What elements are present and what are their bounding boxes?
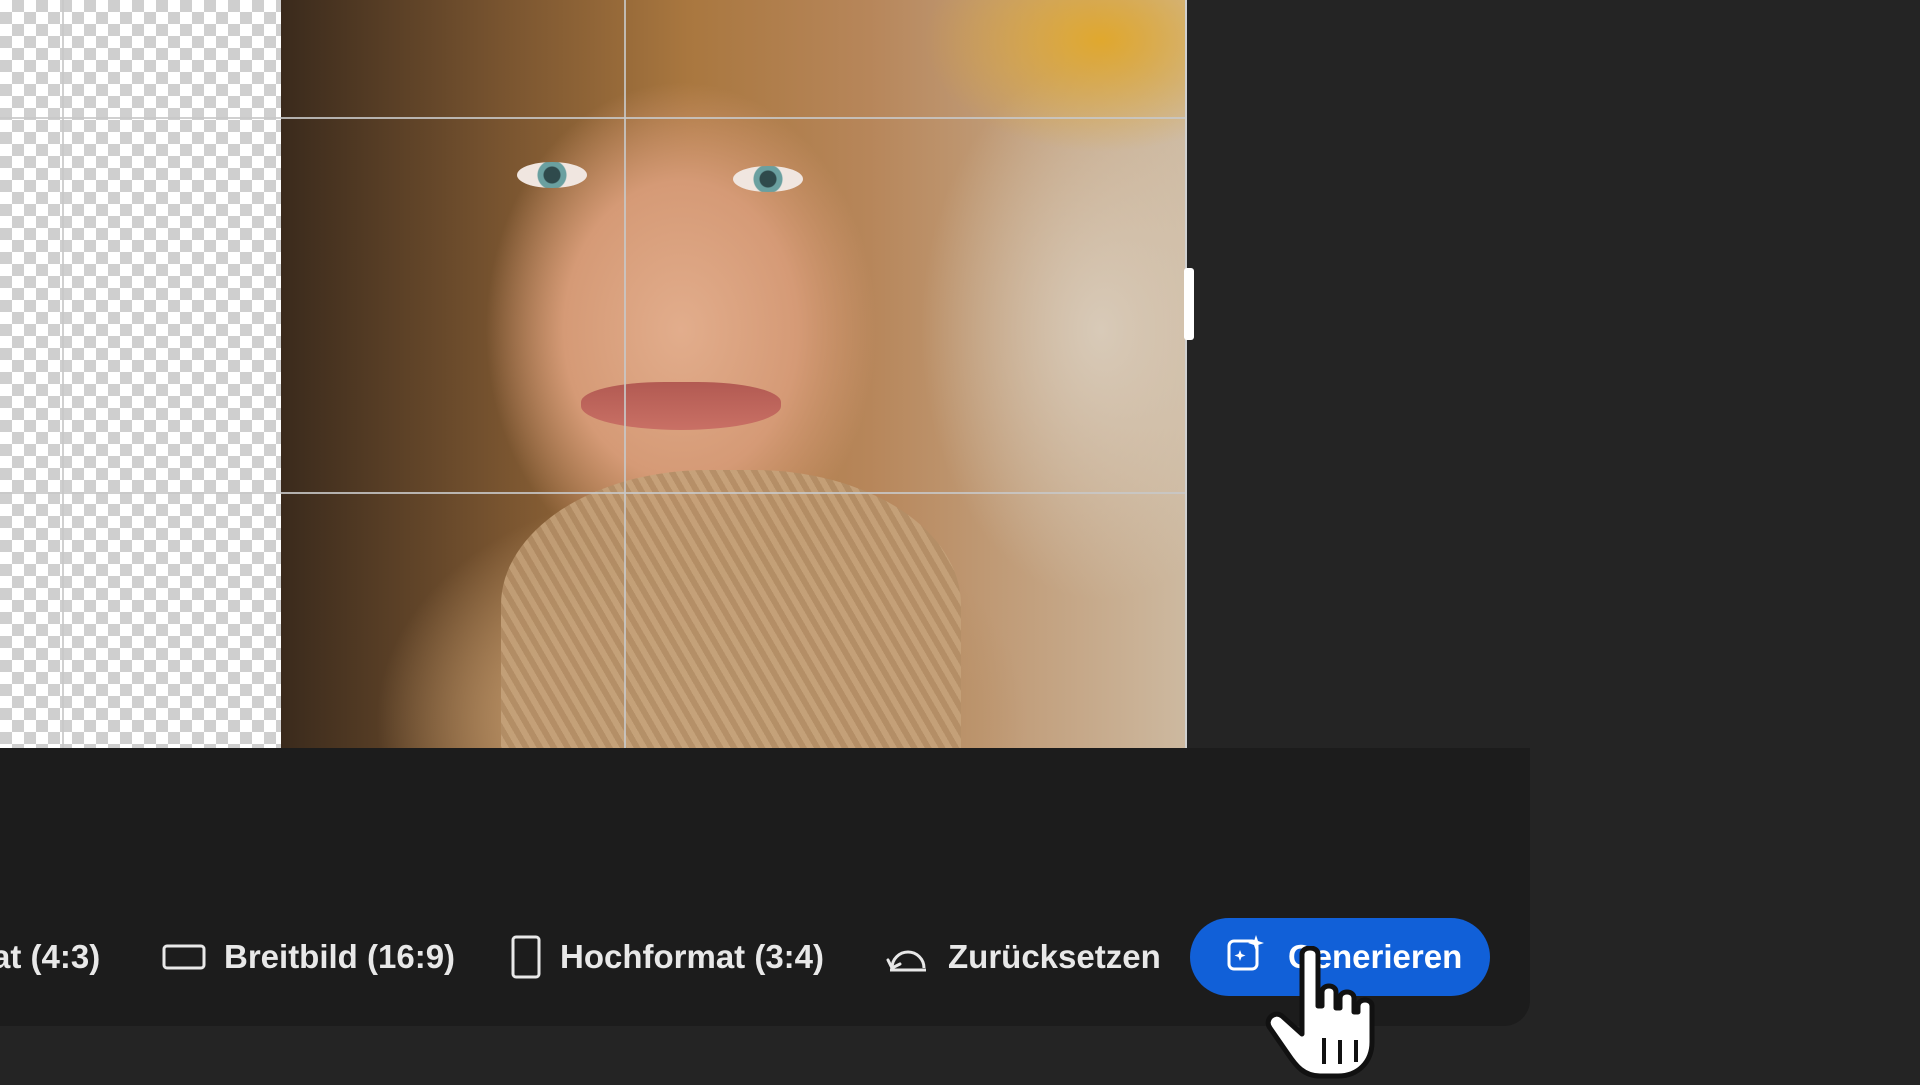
transparent-expand-area [0, 0, 281, 748]
aspect-widescreen-button[interactable]: Breitbild (16:9) [162, 918, 455, 996]
crop-handle-right[interactable] [1184, 268, 1194, 340]
crop-grid-horizontal-2 [0, 492, 1186, 494]
reset-label: Zurücksetzen [948, 938, 1161, 975]
scarf [501, 470, 961, 748]
aspect-portrait-label: Hochformat (3:4) [560, 938, 825, 975]
hand-pointer-icon [1262, 945, 1382, 1085]
crop-grid-vertical-1 [62, 0, 64, 748]
widescreen-icon [162, 943, 206, 971]
left-eye [517, 162, 587, 188]
crop-frame-edge [1185, 0, 1187, 748]
undo-icon [886, 940, 930, 974]
crop-grid-horizontal-1 [0, 117, 1186, 119]
lips [581, 382, 781, 430]
reset-button[interactable]: Zurücksetzen [886, 918, 1161, 996]
aspect-landscape-label: at (4:3) [0, 938, 101, 975]
portrait-photo [281, 0, 1186, 748]
crop-grid-vertical-2 [624, 0, 626, 748]
portrait-icon [510, 935, 542, 979]
aspect-widescreen-label: Breitbild (16:9) [224, 938, 456, 975]
canvas-workspace: at (4:3) Breitbild (16:9) Hochformat (3:… [0, 0, 1920, 1080]
aspect-landscape-button[interactable]: at (4:3) [0, 918, 100, 996]
right-eye [733, 166, 803, 192]
aspect-portrait-button[interactable]: Hochformat (3:4) [510, 918, 824, 996]
